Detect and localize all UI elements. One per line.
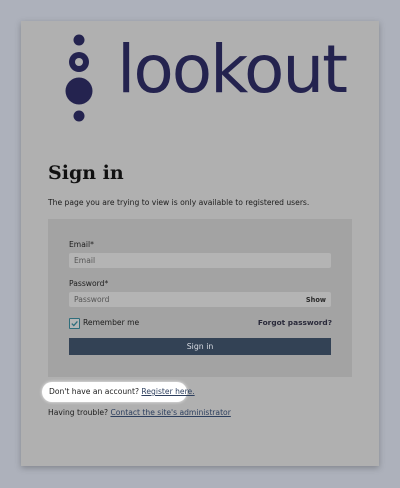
register-link[interactable]: Register here. bbox=[141, 387, 194, 396]
email-label: Email* bbox=[69, 240, 94, 249]
remember-me-label: Remember me bbox=[83, 318, 140, 327]
register-callout: Don't have an account? Register here. bbox=[42, 382, 195, 402]
page-title: Sign in bbox=[48, 162, 124, 184]
contact-admin-link[interactable]: Contact the site's administrator bbox=[110, 408, 230, 417]
checkmark-icon bbox=[71, 320, 78, 327]
help-prompt: Having trouble? Contact the site's admin… bbox=[48, 408, 231, 417]
logo-wordmark: lookout bbox=[117, 31, 348, 108]
sign-in-button[interactable]: Sign in bbox=[69, 338, 331, 355]
login-card: lookout Sign in The page you are trying … bbox=[21, 21, 379, 466]
password-label: Password* bbox=[69, 279, 109, 288]
help-prompt-text: Having trouble? bbox=[48, 408, 111, 417]
password-field[interactable]: Password bbox=[69, 292, 331, 307]
login-form: Email* Email Password* Password Show Rem… bbox=[48, 219, 352, 377]
show-password-button[interactable]: Show bbox=[306, 296, 326, 304]
forgot-password-link[interactable]: Forgot password? bbox=[258, 318, 332, 327]
register-prompt-text: Don't have an account? bbox=[49, 387, 142, 396]
remember-me-checkbox[interactable] bbox=[69, 318, 80, 329]
register-prompt: Don't have an account? Register here. bbox=[49, 387, 195, 396]
page-subtitle: The page you are trying to view is only … bbox=[48, 198, 310, 207]
email-field[interactable]: Email bbox=[69, 253, 331, 268]
lookout-logo: lookout bbox=[21, 21, 379, 131]
